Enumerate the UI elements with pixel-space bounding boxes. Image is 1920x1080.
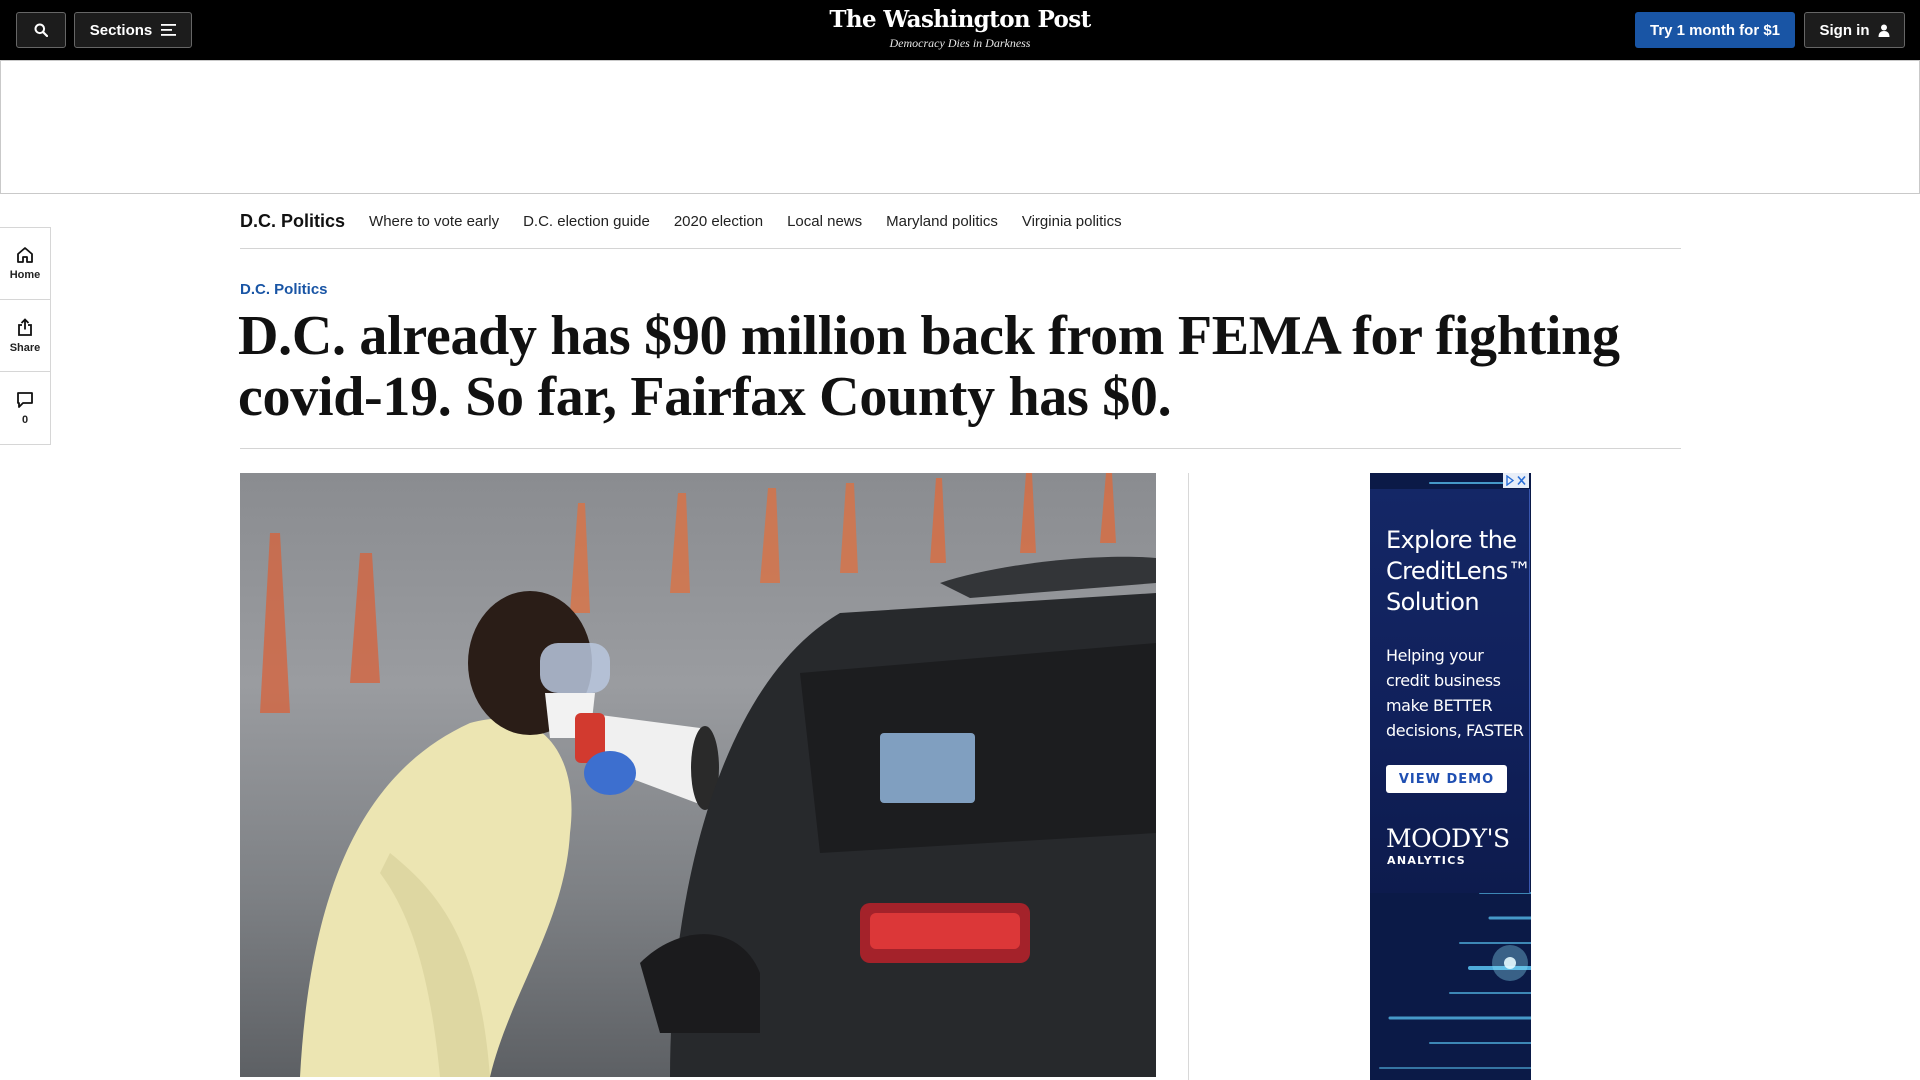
lead-photo xyxy=(240,473,1156,1077)
sign-in-button[interactable]: Sign in xyxy=(1804,12,1905,48)
subnav-link-election-guide[interactable]: D.C. election guide xyxy=(523,213,650,230)
ad-headline: Explore the CreditLens™ Solution xyxy=(1386,525,1531,618)
home-icon xyxy=(17,247,33,263)
ad-subtext-line: Helping your xyxy=(1386,646,1484,665)
sections-label: Sections xyxy=(89,21,153,39)
adchoices-icon xyxy=(1506,475,1526,486)
ad-brand-subtitle: ANALYTICS xyxy=(1387,854,1466,867)
brand-tagline: Democracy Dies in Darkness xyxy=(889,36,1031,50)
ad-headline-line: Solution xyxy=(1386,588,1480,616)
ad-subtext-line: credit business xyxy=(1386,671,1501,690)
subnav-link-maryland-politics[interactable]: Maryland politics xyxy=(886,213,998,230)
ad-view-demo-button[interactable]: VIEW DEMO xyxy=(1386,765,1507,793)
search-button[interactable] xyxy=(16,12,66,48)
rail-home-label: Home xyxy=(9,269,41,281)
rail-comments-count: 0 xyxy=(21,413,29,426)
rail-home-button[interactable]: Home xyxy=(0,228,50,300)
sections-menu-button[interactable]: Sections xyxy=(74,12,192,48)
brand-logo: The Washington Post xyxy=(829,6,1091,33)
user-icon xyxy=(1878,24,1889,37)
ad-headline-line: Explore the xyxy=(1386,526,1517,554)
section-sub-nav: D.C. Politics Where to vote early D.C. e… xyxy=(240,194,1681,249)
sidebar-ad[interactable]: Explore the CreditLens™ Solution Helping… xyxy=(1370,473,1531,1080)
hamburger-icon xyxy=(161,24,177,36)
column-divider xyxy=(1188,473,1189,1080)
ad-content-panel: Explore the CreditLens™ Solution Helping… xyxy=(1370,489,1531,893)
subnav-section-title[interactable]: D.C. Politics xyxy=(240,211,345,232)
headline-divider xyxy=(240,448,1681,449)
search-icon xyxy=(34,23,48,37)
article-kicker[interactable]: D.C. Politics xyxy=(240,281,328,298)
subnav-link-local-news[interactable]: Local news xyxy=(787,213,862,230)
adchoices-badge[interactable] xyxy=(1503,473,1529,488)
rail-share-label: Share xyxy=(9,341,41,354)
rail-share-button[interactable]: Share xyxy=(0,300,50,372)
ad-headline-line: CreditLens™ xyxy=(1386,557,1531,585)
article-headline: D.C. already has $90 million back from F… xyxy=(238,305,1620,428)
subnav-link-vote-early[interactable]: Where to vote early xyxy=(369,213,499,230)
masthead[interactable]: The Washington Post Democracy Dies in Da… xyxy=(760,6,1160,51)
subnav-link-virginia-politics[interactable]: Virginia politics xyxy=(1022,213,1122,230)
rail-comments-button[interactable]: 0 xyxy=(0,372,50,444)
subnav-link-2020-election[interactable]: 2020 election xyxy=(674,213,763,230)
ad-subtext-line: make BETTER xyxy=(1386,696,1493,715)
lead-photo-illustration xyxy=(260,473,1156,1077)
left-share-rail: Home Share 0 xyxy=(0,227,51,445)
ad-brand-logo: MOODY'S xyxy=(1386,824,1510,853)
sign-in-label: Sign in xyxy=(1819,21,1870,39)
top-nav-bar: Sections The Washington Post Democracy D… xyxy=(0,0,1920,60)
top-ad-slot xyxy=(0,60,1920,194)
ad-subtext: Helping your credit business make BETTER… xyxy=(1386,643,1530,743)
comment-icon xyxy=(17,391,33,408)
subscribe-button[interactable]: Try 1 month for $1 xyxy=(1635,12,1795,48)
share-icon xyxy=(18,317,32,336)
ad-subtext-line: decisions, FASTER xyxy=(1386,721,1524,740)
